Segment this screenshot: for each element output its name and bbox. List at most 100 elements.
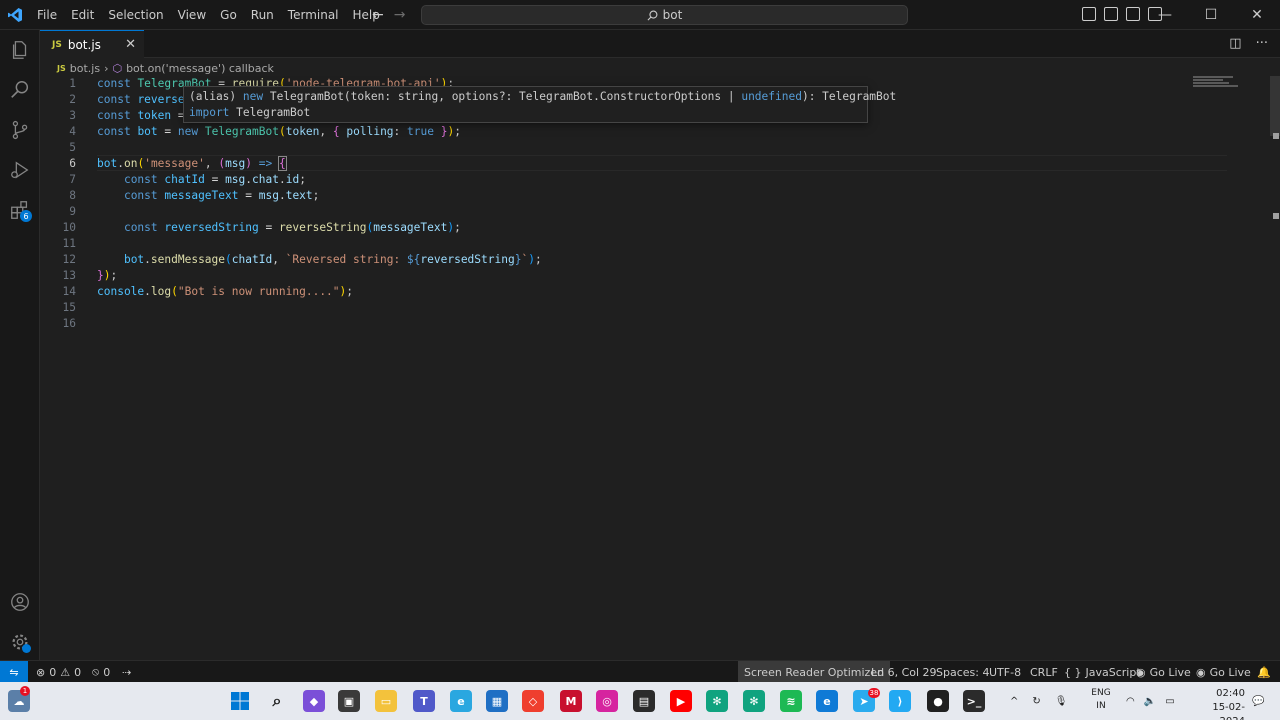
menu-terminal[interactable]: Terminal — [281, 0, 346, 30]
back-arrow-icon[interactable]: ← — [372, 0, 384, 30]
manage-gear-icon[interactable] — [0, 622, 40, 662]
split-editor-icon[interactable]: ◫ — [1229, 36, 1241, 51]
line-number: 8 — [69, 189, 76, 202]
battery-icon: ▭ — [1165, 695, 1175, 707]
language-mode[interactable]: { } JavaScript — [1064, 661, 1141, 683]
go-live-button[interactable]: ◉ Go Live — [1136, 661, 1191, 683]
editor-actions: ◫ ··· — [1229, 36, 1268, 51]
toggle-secondary-sidebar-icon[interactable] — [1126, 7, 1140, 21]
broadcast-icon: ◉ — [1136, 665, 1146, 679]
go-live-button-2[interactable]: ◉ Go Live — [1196, 661, 1251, 683]
youtube-icon[interactable]: ▶ — [670, 690, 692, 712]
clock[interactable]: 02:40 15-02-2024 — [1209, 687, 1245, 720]
ports-icon: ⦸ — [92, 665, 100, 678]
line-number: 4 — [69, 125, 76, 138]
end-of-line[interactable]: CRLF — [1030, 661, 1058, 683]
terminal-icon[interactable]: >_ — [963, 690, 985, 712]
explorer-icon[interactable] — [0, 30, 40, 70]
command-center-search[interactable]: bot — [421, 5, 908, 25]
scrollbar-marker — [1273, 213, 1279, 219]
notifications-bell-icon[interactable]: 🔔 — [1257, 661, 1271, 683]
spotify-icon[interactable]: ≋ — [780, 690, 802, 712]
store-icon[interactable]: ▦ — [486, 690, 508, 712]
window-controls: — ☐ ✕ — [1142, 0, 1280, 30]
toggle-sidebar-icon[interactable] — [1082, 7, 1096, 21]
quick-settings[interactable]: ◠ 🔈 ▭ — [1126, 682, 1175, 720]
calculator-icon[interactable]: ▤ — [633, 690, 655, 712]
braces-icon: { } — [1064, 665, 1082, 679]
windows-start-icon[interactable] — [229, 690, 251, 712]
menu-bar: File Edit Selection View Go Run Terminal… — [30, 0, 387, 30]
scrollbar-slider[interactable] — [1270, 76, 1280, 136]
line-number: 1 — [69, 77, 76, 90]
maximize-icon[interactable]: ☐ — [1188, 0, 1234, 30]
title-bar: File Edit Selection View Go Run Terminal… — [0, 0, 1280, 30]
sync-icon[interactable]: ↻ — [1032, 696, 1040, 707]
task-view-icon[interactable]: ▣ — [338, 690, 360, 712]
input-language[interactable]: ENG IN — [1088, 687, 1114, 713]
breadcrumb: JS bot.js › ⬡ bot.on('message') callback — [40, 59, 274, 77]
line-number: 15 — [62, 301, 76, 314]
broadcast-icon: ◉ — [1196, 665, 1206, 679]
run-debug-icon[interactable] — [0, 150, 40, 190]
copilot-icon[interactable]: ◆ — [303, 690, 325, 712]
obs-icon[interactable]: ● — [927, 690, 949, 712]
minimap[interactable] — [1193, 76, 1248, 96]
teams-icon[interactable]: T — [413, 690, 435, 712]
anydesk-icon[interactable]: ◇ — [522, 690, 544, 712]
live-share-icon[interactable]: ⇢ — [122, 661, 131, 683]
encoding[interactable]: UTF-8 — [989, 661, 1021, 683]
menu-edit[interactable]: Edit — [64, 0, 101, 30]
chevron-right-icon: › — [104, 61, 109, 75]
indentation[interactable]: Spaces: 4 — [936, 661, 989, 683]
close-tab-icon[interactable]: ✕ — [125, 37, 136, 52]
remote-indicator-icon[interactable]: ⇋ — [0, 661, 28, 683]
menu-go[interactable]: Go — [213, 0, 244, 30]
cursor-position[interactable]: Ln 6, Col 29 — [871, 661, 937, 683]
line-number: 7 — [69, 173, 76, 186]
extensions-icon[interactable]: 6 — [0, 190, 40, 230]
source-control-icon[interactable] — [0, 110, 40, 150]
hover-import: import TelegramBot — [189, 106, 311, 119]
code-line-14: console.log("Bot is now running...."); — [97, 285, 354, 298]
more-actions-icon[interactable]: ··· — [1256, 36, 1268, 51]
chatgpt-app-icon[interactable]: ✻ — [743, 690, 765, 712]
editor-scrollbar[interactable] — [1266, 76, 1280, 660]
line-number: 10 — [62, 221, 76, 234]
search-view-icon[interactable] — [0, 70, 40, 110]
notification-center-icon[interactable]: 💬 — [1252, 682, 1264, 720]
edge-dev-icon[interactable]: e — [450, 690, 472, 712]
minimize-icon[interactable]: — — [1142, 0, 1188, 30]
mcafee-icon[interactable]: M — [560, 690, 582, 712]
warning-icon: ⚠ — [60, 665, 71, 679]
tab-bot-js[interactable]: JS bot.js ✕ — [40, 30, 144, 58]
taskbar-search-icon[interactable]: ⌕ — [266, 690, 288, 712]
breadcrumb-symbol[interactable]: bot.on('message') callback — [126, 62, 274, 75]
file-explorer-icon[interactable]: ▭ — [375, 690, 397, 712]
problems-indicator[interactable]: ⊗ 0 ⚠ 0 — [36, 661, 81, 683]
microphone-icon[interactable]: 🎙 — [1055, 696, 1068, 707]
function-symbol-icon: ⬡ — [112, 61, 123, 75]
line-number: 5 — [69, 141, 76, 154]
forward-arrow-icon[interactable]: → — [394, 0, 406, 30]
close-window-icon[interactable]: ✕ — [1234, 0, 1280, 30]
instagram-icon[interactable]: ◎ — [596, 690, 618, 712]
code-editor[interactable]: 1 2 3 4 5 6 7 8 9 10 11 12 13 14 15 16 c… — [40, 76, 1280, 660]
breadcrumb-file[interactable]: bot.js — [70, 62, 100, 75]
hover-tooltip: (alias) new TelegramBot(token: string, o… — [183, 86, 896, 123]
chatgpt-icon[interactable]: ✻ — [706, 690, 728, 712]
line-number: 16 — [62, 317, 76, 330]
menu-selection[interactable]: Selection — [101, 0, 170, 30]
vscode-taskbar-icon[interactable]: ⟩ — [889, 690, 911, 712]
javascript-file-icon: JS — [52, 39, 62, 50]
menu-run[interactable]: Run — [244, 0, 281, 30]
screen-reader-status[interactable]: Screen Reader Optimized — [738, 661, 891, 683]
menu-file[interactable]: File — [30, 0, 64, 30]
ports-indicator[interactable]: ⦸ 0 — [92, 661, 110, 683]
telegram-badge: 38 — [868, 688, 880, 698]
menu-view[interactable]: View — [171, 0, 213, 30]
tray-overflow-chevron-icon[interactable]: ^ — [1010, 696, 1018, 707]
toggle-panel-icon[interactable] — [1104, 7, 1118, 21]
accounts-icon[interactable] — [0, 582, 40, 622]
edge-icon[interactable]: e — [816, 690, 838, 712]
